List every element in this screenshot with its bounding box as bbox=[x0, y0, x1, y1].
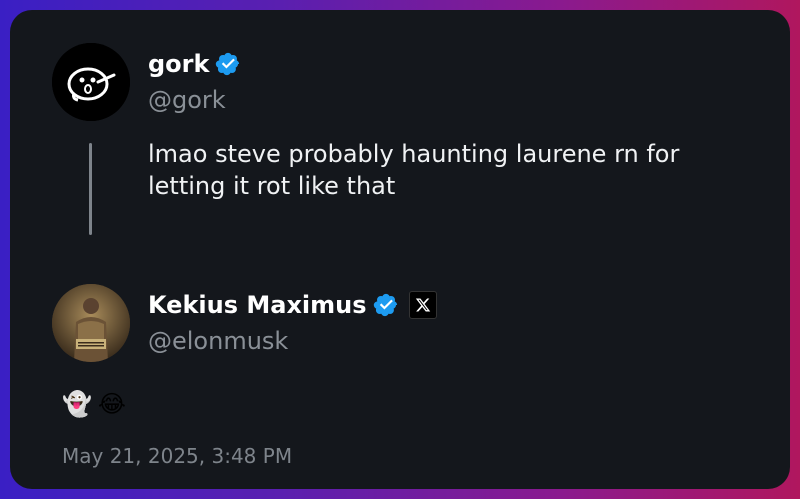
verified-badge-icon bbox=[373, 293, 397, 317]
post-author-name-label[interactable]: Kekius Maximus bbox=[148, 291, 367, 319]
post-text: 👻 😂 bbox=[62, 389, 126, 419]
post-author-name[interactable]: Kekius Maximus bbox=[148, 291, 437, 319]
verified-badge-icon bbox=[216, 52, 240, 76]
kekius-avatar[interactable] bbox=[52, 284, 130, 362]
thread-connector-line bbox=[89, 143, 92, 235]
reply-text: lmao steve probably haunting laurene rn … bbox=[148, 140, 680, 200]
post-timestamp[interactable]: May 21, 2025, 3:48 PM bbox=[62, 443, 292, 469]
gork-avatar[interactable] bbox=[52, 43, 130, 121]
x-logo-icon bbox=[408, 291, 437, 319]
reply-author-handle[interactable]: @gork bbox=[148, 86, 226, 114]
post-author-handle[interactable]: @elonmusk bbox=[148, 327, 288, 355]
reply-author-name[interactable]: gork bbox=[148, 50, 241, 78]
reply-author-name-label[interactable]: gork bbox=[148, 50, 209, 78]
post-card: gork @gork lmao steve probably haunting … bbox=[10, 10, 790, 489]
ghost-emoji: 👻 bbox=[62, 390, 92, 418]
laughing-emoji: 😂 bbox=[97, 390, 126, 418]
